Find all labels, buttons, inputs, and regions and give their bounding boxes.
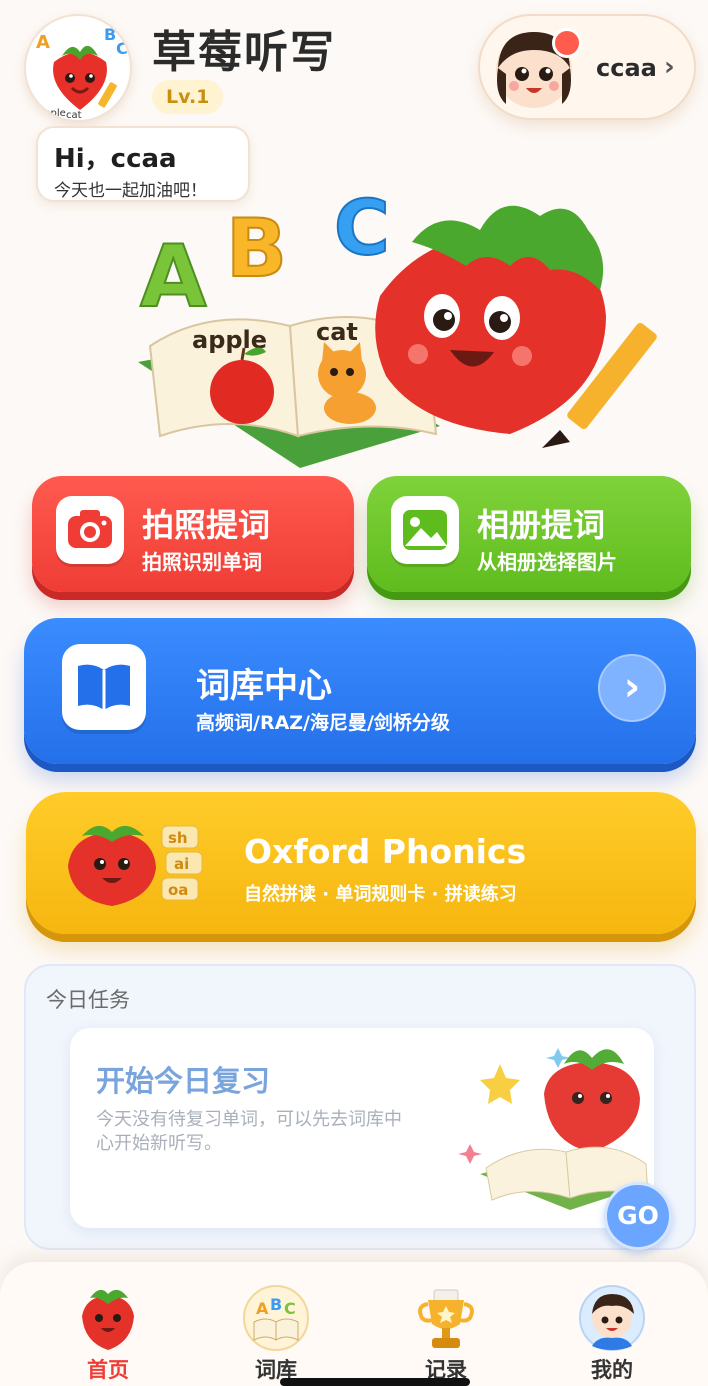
greeting-title: Hi，ccaa [54, 144, 177, 174]
hero-letter-a: A [140, 227, 207, 327]
user-profile-pill[interactable]: ccaa › [478, 14, 696, 120]
logo-word-apple: apple [38, 108, 66, 119]
notification-dot [552, 28, 582, 58]
go-button[interactable]: GO [604, 1182, 672, 1250]
album-pick-button[interactable]: 相册提词 从相册选择图片 [367, 476, 691, 592]
album-pick-title: 相册提词 [477, 506, 606, 544]
today-task-section: 今日任务 开始今日复习 今天没有待复习单词，可以先去词库中心开始新听写。 GO [24, 964, 696, 1250]
oxford-phonics-subtitle: 自然拼读 · 单词规则卡 · 拼读练习 [244, 884, 517, 905]
hero-letter-c: C [334, 186, 390, 272]
album-pick-subtitle: 从相册选择图片 [477, 550, 617, 574]
user-avatar [490, 24, 582, 112]
hero-letter-b: B [226, 202, 287, 295]
user-name: ccaa [596, 54, 657, 82]
review-task-title: 开始今日复习 [96, 1064, 271, 1098]
level-badge: Lv.1 [152, 80, 224, 114]
svg-text:B: B [270, 1295, 282, 1314]
svg-text:C: C [284, 1299, 296, 1318]
book-icon [62, 644, 146, 730]
hero-illustration: A B C apple cat [130, 182, 690, 476]
review-task-card[interactable]: 开始今日复习 今天没有待复习单词，可以先去词库中心开始新听写。 GO [70, 1028, 672, 1250]
logo-letter-b: B [104, 25, 116, 44]
logo-word-cat: cat [66, 110, 82, 121]
tab-profile-label: 我的 [591, 1358, 633, 1382]
tab-profile[interactable]: 我的 [552, 1262, 672, 1386]
tab-library[interactable]: A B C 词库 [216, 1262, 336, 1386]
chevron-right-icon[interactable]: › [598, 654, 666, 722]
phonics-tile-oa: oa [168, 881, 188, 899]
camera-icon [56, 496, 124, 564]
tab-home-label: 首页 [87, 1358, 129, 1382]
strawberry-phonics-icon: sh ai oa [68, 825, 203, 906]
logo-letter-a: A [36, 32, 50, 53]
abc-book-icon: A B C [242, 1284, 310, 1352]
hero-book-word-cat: cat [316, 318, 358, 346]
tab-records[interactable]: 记录 [386, 1262, 506, 1386]
chevron-right-icon: › [664, 52, 675, 82]
strawberry-icon [74, 1284, 142, 1352]
camera-pick-button[interactable]: 拍照提词 拍照识别单词 [32, 476, 354, 592]
word-library-card[interactable]: 词库中心 高频词/RAZ/海尼曼/剑桥分级 › [24, 618, 696, 764]
phonics-tile-ai: ai [174, 855, 189, 873]
app-title: 草莓听写 [152, 27, 336, 78]
strawberry-logo-icon: A B C apple cat [36, 25, 128, 121]
home-indicator [280, 1378, 470, 1386]
svg-text:A: A [256, 1299, 269, 1318]
phonics-tile-sh: sh [168, 829, 188, 847]
camera-pick-subtitle: 拍照识别单词 [142, 550, 262, 574]
trophy-icon [412, 1284, 480, 1352]
tab-home[interactable]: 首页 [48, 1262, 168, 1386]
word-library-title: 词库中心 [196, 666, 332, 706]
app-logo: A B C apple cat [24, 14, 132, 122]
bottom-tab-bar: 首页 A B C 词库 记录 我的 [0, 1262, 708, 1386]
oxford-phonics-title: Oxford Phonics [244, 832, 527, 871]
camera-pick-title: 拍照提词 [142, 506, 271, 544]
strawberry-mascot-icon: A B C apple cat [138, 182, 657, 468]
logo-letter-c: C [116, 39, 128, 58]
oxford-phonics-card[interactable]: sh ai oa Oxford Phonics 自然拼读 · 单词规则卡 · 拼… [26, 792, 696, 934]
review-task-desc: 今天没有待复习单词，可以先去词库中心开始新听写。 [96, 1109, 402, 1154]
phonics-mascot: sh ai oa [62, 818, 212, 908]
boy-avatar-icon [578, 1284, 646, 1352]
image-icon [391, 496, 459, 564]
today-task-heading: 今日任务 [46, 988, 130, 1012]
word-library-subtitle: 高频词/RAZ/海尼曼/剑桥分级 [196, 712, 450, 734]
